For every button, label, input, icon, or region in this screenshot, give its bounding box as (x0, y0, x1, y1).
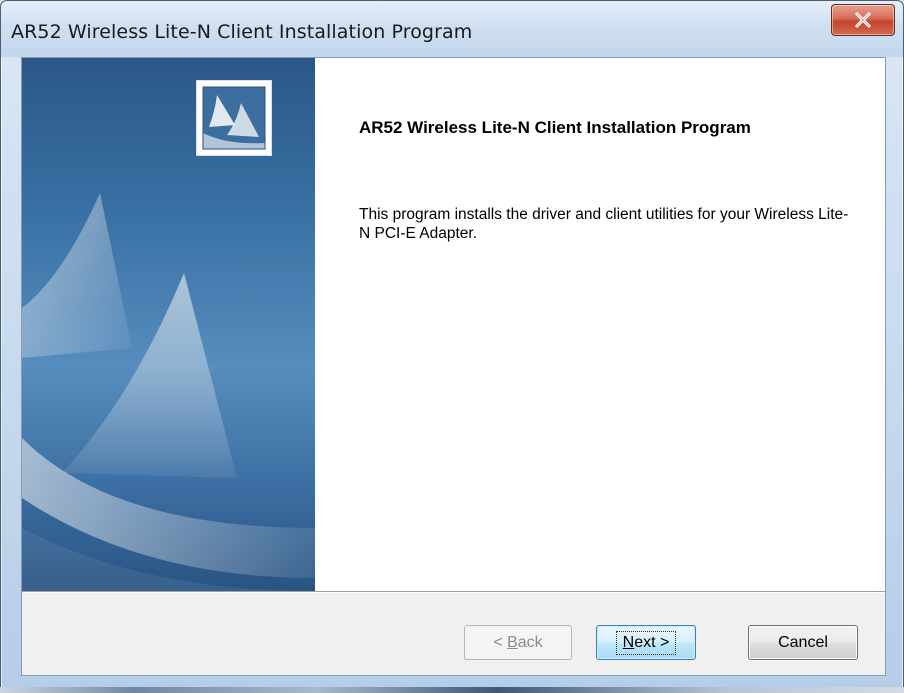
wizard-banner-image (22, 58, 315, 591)
next-button-label: Next > (615, 630, 677, 655)
wizard-panel: AR52 Wireless Lite-N Client Installation… (21, 57, 886, 676)
cancel-button-label: Cancel (778, 633, 828, 651)
back-button-label: < Back (493, 633, 543, 651)
divider (22, 591, 885, 593)
back-button[interactable]: < Back (464, 625, 572, 660)
page-description: This program installs the driver and cli… (359, 206, 849, 242)
title-bar[interactable]: AR52 Wireless Lite-N Client Installation… (1, 1, 903, 57)
next-button[interactable]: Next > (596, 625, 696, 660)
page-title: AR52 Wireless Lite-N Client Installation… (359, 118, 751, 137)
installer-window: AR52 Wireless Lite-N Client Installation… (0, 0, 904, 693)
window-title: AR52 Wireless Lite-N Client Installation… (11, 21, 473, 43)
cancel-button[interactable]: Cancel (748, 625, 858, 660)
wizard-content: AR52 Wireless Lite-N Client Installation… (315, 58, 885, 591)
desktop-background-strip (0, 687, 904, 693)
close-icon (853, 11, 873, 29)
sail-logo-icon (196, 80, 272, 156)
close-button[interactable] (831, 4, 895, 36)
